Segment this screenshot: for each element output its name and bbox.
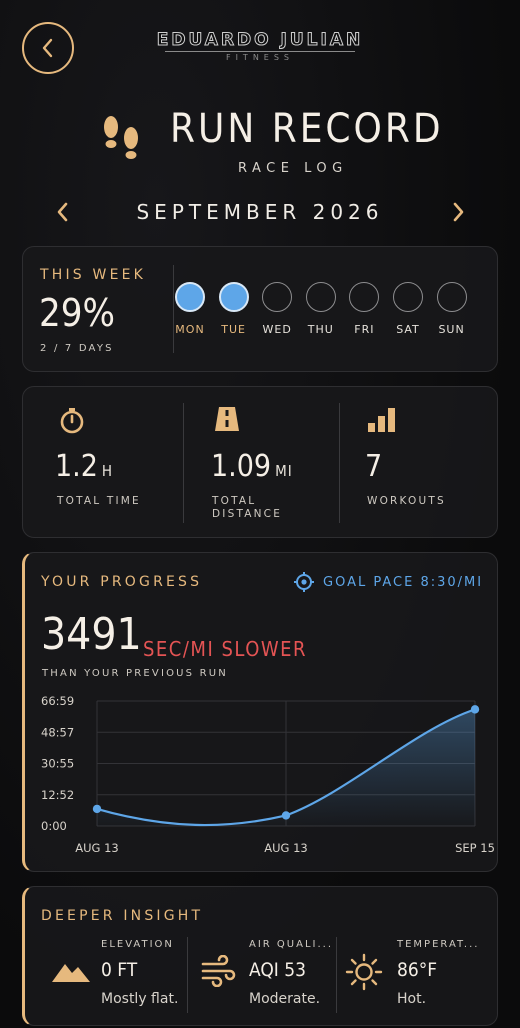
progress-caption: THAN YOUR PREVIOUS RUN (42, 668, 228, 679)
target-icon (294, 572, 314, 592)
brand-subtitle: FITNESS (225, 53, 295, 62)
chart-point (281, 811, 291, 820)
elevation-desc: Mostly flat. (101, 991, 179, 1007)
temperature-title: TEMPERAT... (397, 939, 480, 950)
stopwatch-icon (60, 408, 84, 434)
this-week-title: THIS WEEK (40, 267, 147, 283)
temperature-desc: Hot. (397, 991, 427, 1007)
insight-card: DEEPER INSIGHT ELEVATION 0 FT Mostly fla… (22, 886, 498, 1026)
day-dot-mon[interactable] (175, 282, 205, 312)
day-dot-thu[interactable] (305, 282, 336, 312)
day-label-sun: SUN (438, 323, 465, 336)
air-quality-title: AIR QUALI... (249, 939, 334, 950)
progress-card: YOUR PROGRESS GOAL PACE 8:30/MI 3491 SEC… (22, 552, 498, 872)
month-label: SEPTEMBER 2026 (136, 200, 384, 224)
chart-point (92, 804, 102, 814)
air-quality-desc: Moderate. (249, 991, 321, 1007)
progress-slower-label: SEC/MI SLOWER (143, 637, 308, 661)
chart-y-tick-label: 66:59 (41, 694, 74, 708)
road-icon (215, 407, 239, 431)
day-label-fri: FRI (354, 323, 375, 336)
chevron-left-icon (42, 38, 53, 58)
brand-divider (165, 51, 355, 52)
wind-icon (201, 955, 236, 987)
chart-y-tick-label: 48:57 (41, 725, 74, 739)
chart-y-tick-label: 12:52 (41, 788, 74, 802)
temperature-value: 86°F (397, 959, 438, 981)
day-label-tue: TUE (221, 323, 246, 336)
total-distance-label: TOTAL DISTANCE (212, 495, 283, 520)
day-dot-sat[interactable] (393, 282, 423, 312)
day-label-mon: MON (175, 323, 205, 336)
week-divider (173, 265, 174, 353)
footprints-icon (104, 116, 138, 159)
back-button[interactable] (22, 22, 74, 74)
day-dot-tue[interactable] (218, 282, 249, 312)
brand-name: EDUARDO JULIAN (156, 30, 364, 51)
stats-divider-2 (339, 403, 340, 523)
pace-chart: 66:59 48:57 30:55 12:52 0:00 AUG 13 AUG 13 SEP … (41, 694, 495, 855)
chart-x-tick-label: SEP 15 (455, 841, 495, 855)
mountain-icon (52, 964, 90, 982)
workouts-label: WORKOUTS (367, 495, 446, 507)
insight-divider-2 (336, 937, 337, 1013)
total-distance-value: 1.09 MI (211, 449, 293, 484)
chart-y-tick-label: 30:55 (41, 757, 74, 771)
progress-number: 3491 (41, 609, 142, 660)
chart-point (470, 705, 480, 714)
page-subtitle: RACE LOG (238, 161, 348, 176)
next-month-button[interactable] (447, 200, 469, 224)
stats-divider-1 (183, 403, 184, 523)
goal-pace-button[interactable]: GOAL PACE 8:30/MI (293, 571, 483, 593)
this-week-card: THIS WEEK 29% 2 / 7 DAYS MON TUE WED THU FRI… (22, 246, 498, 372)
day-dot-fri[interactable] (349, 282, 380, 312)
chart-y-tick-label: 0:00 (41, 819, 67, 833)
sun-icon (345, 953, 383, 991)
day-label-thu: THU (307, 323, 334, 336)
insight-divider-1 (187, 937, 188, 1013)
goal-pace-label: GOAL PACE 8:30/MI (323, 574, 484, 590)
air-quality-value: AQI 53 (249, 959, 307, 981)
workouts-value: 7 (365, 449, 383, 484)
day-dot-sun[interactable] (436, 282, 467, 312)
elevation-title: ELEVATION (101, 939, 174, 950)
previous-month-button[interactable] (52, 200, 74, 224)
week-percent: 29% (39, 291, 115, 335)
total-time-label: TOTAL TIME (57, 495, 141, 507)
day-dot-wed[interactable] (262, 282, 293, 312)
chart-x-tick-label: AUG 13 (264, 841, 307, 855)
page-title: RUN RECORD (170, 106, 444, 152)
elevation-value: 0 FT (101, 959, 138, 981)
bar-chart-icon (368, 408, 395, 432)
insight-title: DEEPER INSIGHT (41, 908, 204, 924)
day-label-sat: SAT (396, 323, 420, 336)
week-days-count: 2 / 7 DAYS (40, 343, 114, 354)
brand-logo: EDUARDO JULIAN FITNESS (130, 30, 390, 63)
progress-title: YOUR PROGRESS (41, 574, 203, 590)
day-label-wed: WED (262, 323, 292, 336)
chart-x-tick-label: AUG 13 (75, 841, 118, 855)
total-time-value: 1.2 H (55, 449, 114, 484)
stats-card: 1.2 H TOTAL TIME 1.09 MI TOTAL DISTANCE 7 W… (22, 386, 498, 538)
